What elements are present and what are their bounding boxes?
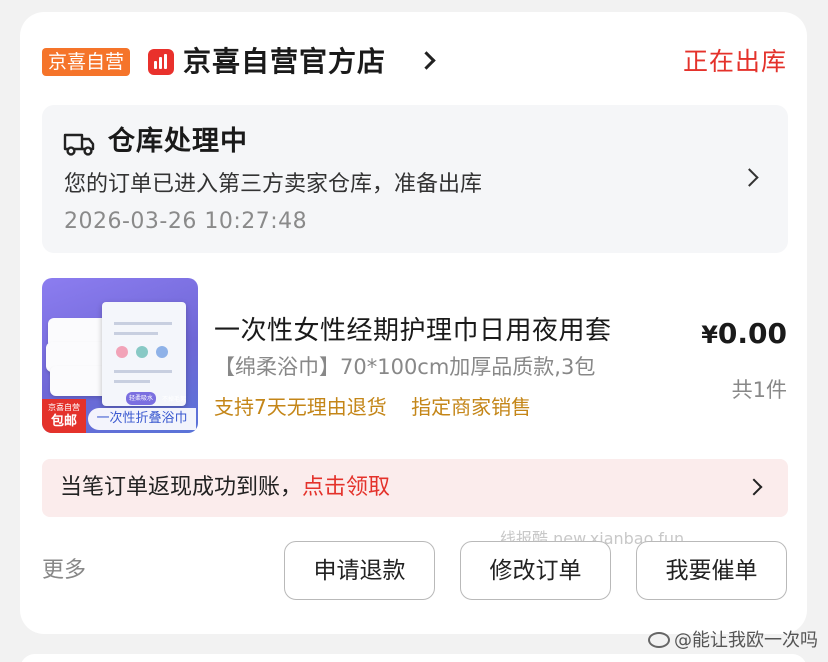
cashback-message: 当笔订单返现成功到账， xyxy=(60,475,303,500)
weibo-icon xyxy=(648,632,670,648)
more-button[interactable]: 更多 xyxy=(42,554,86,588)
order-status: 正在出库 xyxy=(682,47,787,76)
chevron-right-icon xyxy=(745,478,763,496)
badge-top-label: 京喜自营 xyxy=(48,403,80,412)
free-shipping-badge: 京喜自营 包邮 xyxy=(42,399,86,433)
truck-icon xyxy=(63,133,95,156)
product-price: ¥0.00 xyxy=(701,314,787,355)
product-image-tag: 不掉毛絮 xyxy=(162,396,187,403)
product-image-caption: 一次性折叠浴巾 xyxy=(88,408,196,430)
logistics-title: 仓库处理中 xyxy=(108,126,248,157)
product-title[interactable]: 一次性女性经期护理巾日用夜用套 xyxy=(214,313,612,349)
product-spec: 【绵柔浴巾】70*100cm加厚品质款,3包 xyxy=(214,355,596,379)
cashback-banner[interactable]: 当笔订单返现成功到账，点击领取 xyxy=(42,459,788,517)
modify-order-button[interactable]: 修改订单 xyxy=(460,541,611,600)
logistics-status-panel[interactable]: 仓库处理中 您的订单已进入第三方卖家仓库，准备出库 2026-03-26 10:… xyxy=(42,105,788,253)
next-order-card xyxy=(20,654,807,662)
price-value: 0.00 xyxy=(717,317,787,350)
request-refund-button[interactable]: 申请退款 xyxy=(284,541,435,600)
chevron-right-icon xyxy=(740,168,759,187)
logistics-time: 2026-03-26 10:27:48 xyxy=(64,209,308,234)
product-quantity: 共1件 xyxy=(731,378,787,402)
order-card-content: 京喜自营 京喜自营官方店 正在出库 仓库处理中 您的订单已进入第三方卖家仓库，准… xyxy=(20,12,807,634)
badge-main-label: 包邮 xyxy=(50,414,77,429)
weibo-handle: @能让我欧一次吗 xyxy=(674,630,818,651)
urge-delivery-button[interactable]: 我要催单 xyxy=(636,541,787,600)
product-package xyxy=(102,302,186,406)
service-tags: 支持7天无理由退货 指定商家销售 xyxy=(214,393,549,421)
weibo-watermark: @能让我欧一次吗 xyxy=(648,628,818,654)
chevron-right-icon xyxy=(417,51,436,70)
logistics-description: 您的订单已进入第三方卖家仓库，准备出库 xyxy=(64,172,483,197)
product-image[interactable]: 轻柔吸水 不掉毛絮 京喜自营 包邮 一次性折叠浴巾 xyxy=(42,278,198,433)
claim-link[interactable]: 点击领取 xyxy=(302,475,390,500)
currency-symbol: ¥ xyxy=(701,321,718,349)
product-image-tag: 轻柔吸水 xyxy=(126,392,157,405)
towel-illustration xyxy=(50,366,110,396)
self-operated-badge: 京喜自营 xyxy=(42,48,131,76)
seller-tag: 指定商家销售 xyxy=(411,395,532,419)
shop-header[interactable]: 京喜自营 京喜自营官方店 正在出库 xyxy=(42,44,787,80)
shop-name[interactable]: 京喜自营官方店 xyxy=(183,44,386,80)
return-policy-tag: 支持7天无理由退货 xyxy=(214,395,387,419)
store-icon xyxy=(148,49,174,75)
cashback-text: 当笔订单返现成功到账，点击领取 xyxy=(60,470,390,506)
